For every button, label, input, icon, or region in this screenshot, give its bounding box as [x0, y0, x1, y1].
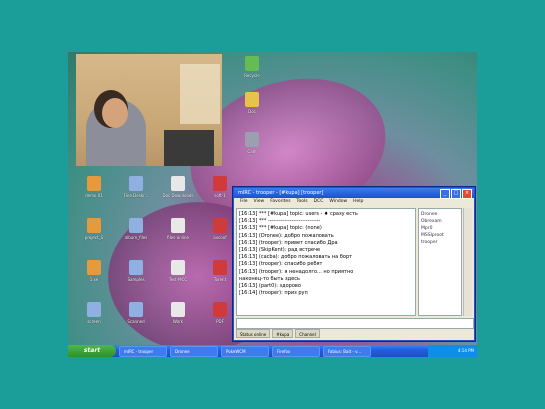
file-icon: [171, 218, 185, 233]
file-icon: [87, 176, 101, 191]
chat-line: [16:13] (trooper): спасибо ребят: [239, 261, 323, 268]
desktop-icon-label: project_S: [84, 235, 104, 240]
maximize-icon[interactable]: □: [451, 189, 461, 199]
webcam-monitor: [164, 130, 214, 166]
desktop-icon[interactable]: Doc Downloads: [156, 176, 200, 198]
start-button[interactable]: start: [68, 345, 116, 357]
nick-item[interactable]: Dronee: [421, 211, 459, 218]
desktop-icon-label: 1.xe: [89, 277, 99, 282]
nick-list[interactable]: Dronee Obrexam Mpr0 MSSlproot trooper: [418, 208, 462, 316]
chat-line: [16:13] *** ----------------------------…: [239, 218, 321, 225]
minimize-icon[interactable]: _: [440, 189, 450, 199]
chat-line: [16:13] (SkipKent): рад встрече: [239, 247, 321, 254]
desktop-icon-label: screen: [87, 319, 101, 324]
file-icon: [129, 260, 143, 275]
switchbar: Status online #kupa Channel: [236, 329, 472, 338]
file-icon: [129, 302, 143, 317]
file-icon: [87, 218, 101, 233]
window-title: mIRC - trooper - [#kupa] [trooper]: [238, 190, 324, 196]
desktop-icon[interactable]: Doc: [230, 92, 274, 114]
desktop-icon[interactable]: files-online: [156, 218, 200, 240]
desktop-icon-label: Scanned: [127, 319, 145, 324]
close-icon[interactable]: ×: [462, 189, 472, 199]
file-icon: [87, 260, 101, 275]
desktop-icon-label: album_files: [124, 235, 148, 240]
webcam-window-light: [180, 64, 220, 124]
desktop-icon[interactable]: Recycle: [230, 56, 274, 78]
desktop: Recycle Doc Cam demo 01 Fine Deskr... Doc …: [68, 52, 477, 357]
chat-line: наконец-то быть здесь: [239, 275, 300, 282]
chat-line: [16:13] (trooper): я ненадолго... но при…: [239, 268, 354, 275]
file-icon: [213, 260, 227, 275]
nick-item[interactable]: MSSlproot: [421, 232, 459, 239]
desktop-icon[interactable]: Scanned: [114, 302, 158, 324]
file-icon: [213, 218, 227, 233]
chat-line: [16:13] (part0): здорово: [239, 283, 301, 290]
recycle-icon: [245, 56, 259, 71]
desktop-icon[interactable]: Samples: [114, 260, 158, 282]
desktop-icon[interactable]: Test-MCC: [156, 260, 200, 282]
file-icon: [171, 260, 185, 275]
desktop-icon[interactable]: project_S: [72, 218, 116, 240]
scrollbar[interactable]: [463, 208, 472, 316]
chat-line: [16:13] (Dronee): добро пожаловать: [239, 232, 334, 239]
desktop-icon-label: Test-MCC: [168, 277, 188, 282]
desktop-icon-label: Doc Downloads: [162, 193, 194, 198]
menubar: File View Favorites Tools DCC Window Help: [234, 198, 474, 206]
taskbar-button[interactable]: Dronee: [170, 345, 218, 357]
taskbar-button[interactable]: mIRC - trooper: [119, 345, 167, 357]
taskbar-button[interactable]: PokeWCM: [221, 345, 269, 357]
desktop-icon[interactable]: Work: [156, 302, 200, 324]
system-tray: 4:14 PM: [428, 345, 477, 357]
switchbar-tab[interactable]: Channel: [295, 329, 320, 338]
chat-line: [16:13] (trooper): привет спасибо Дра: [239, 239, 338, 246]
chat-log: [16:13] *** [#kupa] topic: users - ♦ сра…: [236, 208, 416, 316]
taskbar-button[interactable]: Firefox: [272, 345, 320, 357]
chat-line: [16:13] (cacba): добро пожаловать на бор…: [239, 254, 353, 261]
menu-item[interactable]: View: [254, 198, 265, 206]
desktop-icon[interactable]: demo 01: [72, 176, 116, 198]
desktop-icon[interactable]: album_files: [114, 218, 158, 240]
menu-item[interactable]: Tools: [297, 198, 308, 206]
desktop-icon-label: Fine Deskr...: [123, 193, 149, 198]
menu-item[interactable]: Window: [329, 198, 347, 206]
switchbar-tab[interactable]: Status online: [236, 329, 271, 338]
menu-item[interactable]: File: [240, 198, 248, 206]
webcam-person-head: [102, 98, 128, 128]
file-icon: [213, 302, 227, 317]
desktop-icon-label: Work: [172, 319, 184, 324]
chat-input[interactable]: [236, 318, 474, 329]
nick-item[interactable]: trooper: [421, 239, 459, 246]
clock: 4:14 PM: [457, 348, 474, 353]
switchbar-tab[interactable]: #kupa: [272, 329, 294, 338]
file-icon: [129, 218, 143, 233]
webcam-feed: [76, 54, 222, 166]
chat-line: [16:14] (trooper): приз руп: [239, 290, 308, 297]
file-icon: [171, 302, 185, 317]
nick-item[interactable]: Obrexam: [421, 218, 459, 225]
nick-item[interactable]: Mpr0: [421, 225, 459, 232]
menu-item[interactable]: Help: [353, 198, 363, 206]
file-icon: [213, 176, 227, 191]
desktop-icon-label: demo 01: [85, 193, 103, 198]
folder-icon: [245, 92, 259, 107]
file-icon: [171, 176, 185, 191]
desktop-icon-label: files-online: [167, 235, 189, 240]
desktop-icon-label: Samples: [127, 277, 145, 282]
chat-line: [16:13] *** [#kupa] topic: users - ♦ сра…: [239, 211, 358, 217]
desktop-icon[interactable]: 1.xe: [72, 260, 116, 282]
window-titlebar[interactable]: mIRC - trooper - [#kupa] [trooper] _ □ ×: [234, 188, 474, 199]
chat-line: [16:13] *** [#kupa] topic: (none): [239, 225, 322, 232]
file-icon: [129, 176, 143, 191]
taskbar: start mIRC - trooper Dronee PokeWCM Firefox…: [68, 345, 477, 357]
menu-item[interactable]: DCC: [314, 198, 324, 206]
desktop-icon[interactable]: Fine Deskr...: [114, 176, 158, 198]
desktop-icon[interactable]: screen: [72, 302, 116, 324]
file-icon: [87, 302, 101, 317]
mirc-window[interactable]: mIRC - trooper - [#kupa] [trooper] _ □ ×…: [233, 187, 475, 341]
menu-item[interactable]: Favorites: [270, 198, 290, 206]
desktop-icon[interactable]: Cam: [230, 132, 274, 154]
taskbar-button[interactable]: Fabius: Bait - v...: [323, 345, 371, 357]
camera-icon: [245, 132, 259, 147]
